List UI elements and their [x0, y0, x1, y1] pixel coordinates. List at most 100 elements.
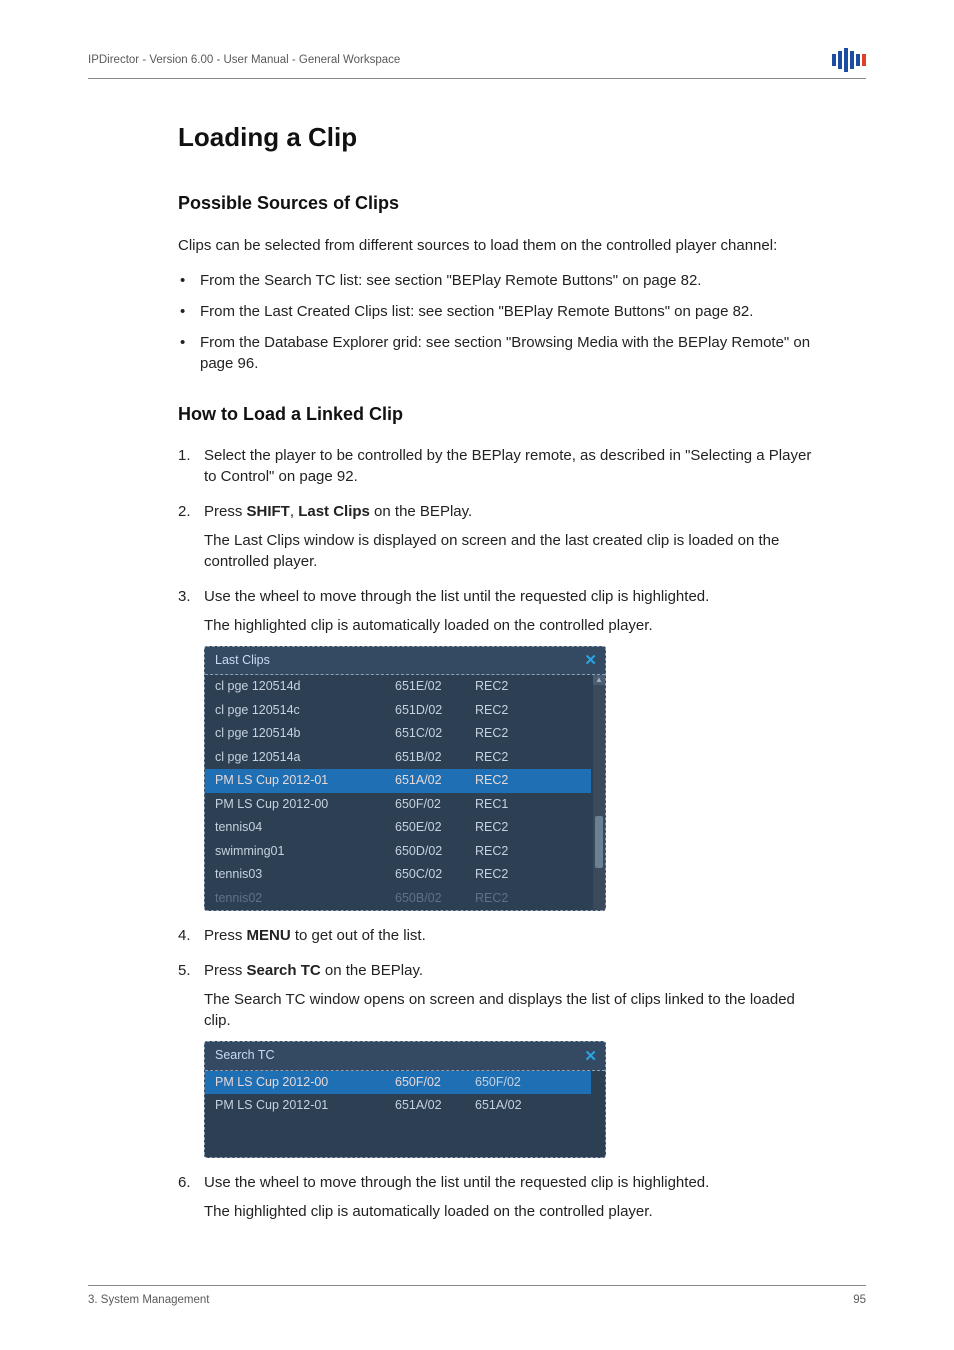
step-text: Use the wheel to move through the list u… [204, 1174, 709, 1191]
clip-name: PM LS Cup 2012-01 [215, 1097, 395, 1115]
scroll-up-icon[interactable]: ▲ [593, 675, 605, 685]
step-text: Press Search TC on the BEPlay. [204, 962, 423, 979]
clip-rec: REC2 [475, 890, 581, 908]
clip-name: PM LS Cup 2012-00 [215, 1074, 395, 1092]
list-item[interactable]: cl pge 120514a 651B/02 REC2 [205, 746, 591, 770]
clip-code: 651A/02 [395, 772, 475, 790]
step-text: Select the player to be controlled by th… [204, 447, 811, 485]
step-text: Use the wheel to move through the list u… [204, 588, 709, 605]
possible-sources-intro: Clips can be selected from different sou… [178, 235, 818, 256]
key-last-clips: Last Clips [298, 503, 370, 520]
logo-bar-icon [856, 54, 860, 66]
search-tc-title: Search TC [215, 1047, 275, 1065]
clip-code: 651B/02 [395, 749, 475, 767]
close-icon[interactable]: ✕ [584, 1049, 597, 1064]
how-to-load-heading: How to Load a Linked Clip [178, 402, 818, 427]
step-text-fragment: on the BEPlay. [321, 962, 423, 979]
clip-name: cl pge 120514d [215, 678, 395, 696]
search-tc-window: Search TC ✕ PM LS Cup 2012-00 650F/02 65… [204, 1041, 606, 1158]
clip-name: PM LS Cup 2012-00 [215, 796, 395, 814]
possible-sources-heading: Possible Sources of Clips [178, 191, 818, 216]
step-sub-text: The highlighted clip is automatically lo… [204, 1201, 818, 1222]
clip-name: cl pge 120514c [215, 702, 395, 720]
clip-rec: REC2 [475, 866, 581, 884]
step-text-fragment: Press [204, 962, 247, 979]
list-item[interactable]: cl pge 120514b 651C/02 REC2 [205, 722, 591, 746]
footer-divider [88, 1285, 866, 1286]
brand-logo [832, 48, 866, 72]
clip-name: tennis03 [215, 866, 395, 884]
source-bullet: From the Database Explorer grid: see sec… [178, 332, 818, 374]
list-item[interactable]: tennis04 650E/02 REC2 [205, 816, 591, 840]
clip-rec: REC2 [475, 843, 581, 861]
doc-header: IPDirector - Version 6.00 - User Manual … [88, 52, 400, 68]
step-text-fragment: on the BEPlay. [370, 503, 472, 520]
step-4: Press MENU to get out of the list. [178, 925, 818, 946]
step-text-fragment: to get out of the list. [291, 927, 426, 944]
logo-bar-icon [844, 48, 848, 72]
list-item-selected[interactable]: PM LS Cup 2012-01 651A/02 REC2 [205, 769, 591, 793]
step-sub-text: The Search TC window opens on screen and… [204, 989, 818, 1031]
step-sub-text: The Last Clips window is displayed on sc… [204, 530, 818, 572]
clip-name: cl pge 120514a [215, 749, 395, 767]
clip-code: 650D/02 [395, 843, 475, 861]
step-sub-text: The highlighted clip is automatically lo… [204, 615, 818, 636]
step-text: Press SHIFT, Last Clips on the BEPlay. [204, 503, 472, 520]
clip-code: 650F/02 [395, 1074, 475, 1092]
step-text-fragment: Press [204, 927, 247, 944]
step-text-fragment: , [290, 503, 298, 520]
key-search-tc: Search TC [247, 962, 321, 979]
step-1: Select the player to be controlled by th… [178, 445, 818, 487]
clip-name: swimming01 [215, 843, 395, 861]
step-6: Use the wheel to move through the list u… [178, 1172, 818, 1222]
clip-rec: 651A/02 [475, 1097, 581, 1115]
list-item[interactable]: tennis02 650B/02 REC2 [205, 887, 591, 911]
close-icon[interactable]: ✕ [584, 653, 597, 668]
last-clips-title: Last Clips [215, 652, 270, 670]
clip-rec: REC2 [475, 702, 581, 720]
source-bullet: From the Last Created Clips list: see se… [178, 301, 818, 322]
clip-name: tennis02 [215, 890, 395, 908]
scrollbar[interactable]: ▲ [593, 675, 605, 910]
clip-name: tennis04 [215, 819, 395, 837]
clip-code: 651A/02 [395, 1097, 475, 1115]
step-3: Use the wheel to move through the list u… [178, 586, 818, 912]
clip-rec: REC1 [475, 796, 581, 814]
list-item[interactable]: tennis03 650C/02 REC2 [205, 863, 591, 887]
clip-rec: REC2 [475, 678, 581, 696]
list-item[interactable]: cl pge 120514d 651E/02 REC2 [205, 675, 591, 699]
clip-code: 650E/02 [395, 819, 475, 837]
list-item[interactable]: cl pge 120514c 651D/02 REC2 [205, 699, 591, 723]
clip-code: 650C/02 [395, 866, 475, 884]
page-title: Loading a Clip [178, 119, 818, 155]
list-item[interactable]: PM LS Cup 2012-00 650F/02 REC1 [205, 793, 591, 817]
logo-bar-icon [832, 54, 836, 66]
step-text: Press MENU to get out of the list. [204, 927, 426, 944]
key-menu: MENU [247, 927, 291, 944]
last-clips-window: Last Clips ✕ cl pge 120514d 651E/02 REC2… [204, 646, 606, 912]
footer-section: 3. System Management [88, 1292, 209, 1308]
list-item-selected[interactable]: PM LS Cup 2012-00 650F/02 650F/02 [205, 1071, 591, 1095]
clip-name: PM LS Cup 2012-01 [215, 772, 395, 790]
step-5: Press Search TC on the BEPlay. The Searc… [178, 960, 818, 1158]
header-divider [88, 78, 866, 79]
clip-rec: REC2 [475, 772, 581, 790]
list-item[interactable]: PM LS Cup 2012-01 651A/02 651A/02 [205, 1094, 591, 1118]
step-text-fragment: Press [204, 503, 247, 520]
list-item[interactable]: swimming01 650D/02 REC2 [205, 840, 591, 864]
source-bullet: From the Search TC list: see section "BE… [178, 270, 818, 291]
clip-name: cl pge 120514b [215, 725, 395, 743]
clip-rec: 650F/02 [475, 1074, 581, 1092]
logo-bar-icon [862, 54, 866, 66]
clip-code: 651E/02 [395, 678, 475, 696]
clip-rec: REC2 [475, 725, 581, 743]
logo-bar-icon [838, 51, 842, 69]
logo-bar-icon [850, 51, 854, 69]
clip-code: 651C/02 [395, 725, 475, 743]
footer-page-number: 95 [853, 1292, 866, 1308]
scroll-thumb[interactable] [595, 816, 603, 868]
clip-code: 650F/02 [395, 796, 475, 814]
clip-rec: REC2 [475, 819, 581, 837]
clip-code: 651D/02 [395, 702, 475, 720]
step-2: Press SHIFT, Last Clips on the BEPlay. T… [178, 501, 818, 572]
